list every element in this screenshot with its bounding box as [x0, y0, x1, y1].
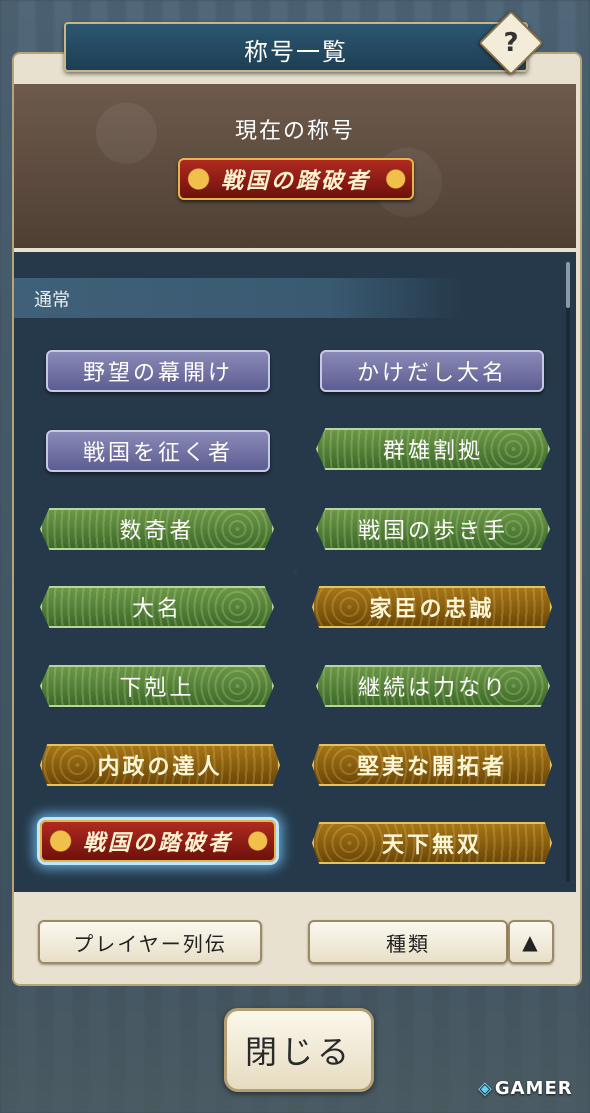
page-title: 称号一覧 — [244, 38, 348, 66]
title-item[interactable]: 大名 — [40, 586, 274, 628]
title-item-selected[interactable]: 戦国の踏破者 — [40, 820, 276, 862]
title-item[interactable]: 家臣の忠誠 — [312, 586, 552, 628]
header-bar: 称号一覧 — [64, 22, 528, 72]
title-item[interactable]: 堅実な開拓者 — [312, 744, 552, 786]
title-item[interactable]: 戦国の歩き手 — [316, 508, 550, 550]
player-biography-button[interactable]: プレイヤー列伝 — [38, 920, 262, 964]
current-title-label: 現在の称号 — [234, 119, 355, 144]
title-item[interactable]: 群雄割拠 — [316, 428, 550, 470]
title-item[interactable]: 内政の達人 — [40, 744, 280, 786]
sort-order-toggle-icon[interactable]: ▲ — [508, 920, 554, 964]
title-item[interactable]: 野望の幕開け — [46, 350, 270, 392]
title-list[interactable] — [14, 252, 576, 892]
sort-type-button[interactable]: 種類 — [308, 920, 508, 964]
gamer-logo-icon: ◈ — [478, 1078, 493, 1099]
title-item[interactable]: 下剋上 — [40, 665, 274, 707]
watermark: ◈ GAMER — [478, 1078, 573, 1099]
title-item[interactable]: 天下無双 — [312, 822, 552, 864]
scrollbar-track[interactable] — [566, 262, 570, 882]
help-icon[interactable]: ? — [488, 20, 534, 66]
scrollbar-thumb[interactable] — [566, 262, 570, 308]
title-item[interactable]: 数奇者 — [40, 508, 274, 550]
current-title-plate: 戦国の踏破者 — [178, 158, 414, 200]
section-label: 通常 — [34, 290, 70, 311]
title-item[interactable]: 継続は力なり — [316, 665, 550, 707]
title-item[interactable]: 戦国を征く者 — [46, 430, 270, 472]
section-header — [14, 278, 464, 318]
watermark-text: GAMER — [494, 1078, 573, 1099]
close-button[interactable]: 閉じる — [224, 1008, 374, 1092]
title-item[interactable]: かけだし大名 — [320, 350, 544, 392]
